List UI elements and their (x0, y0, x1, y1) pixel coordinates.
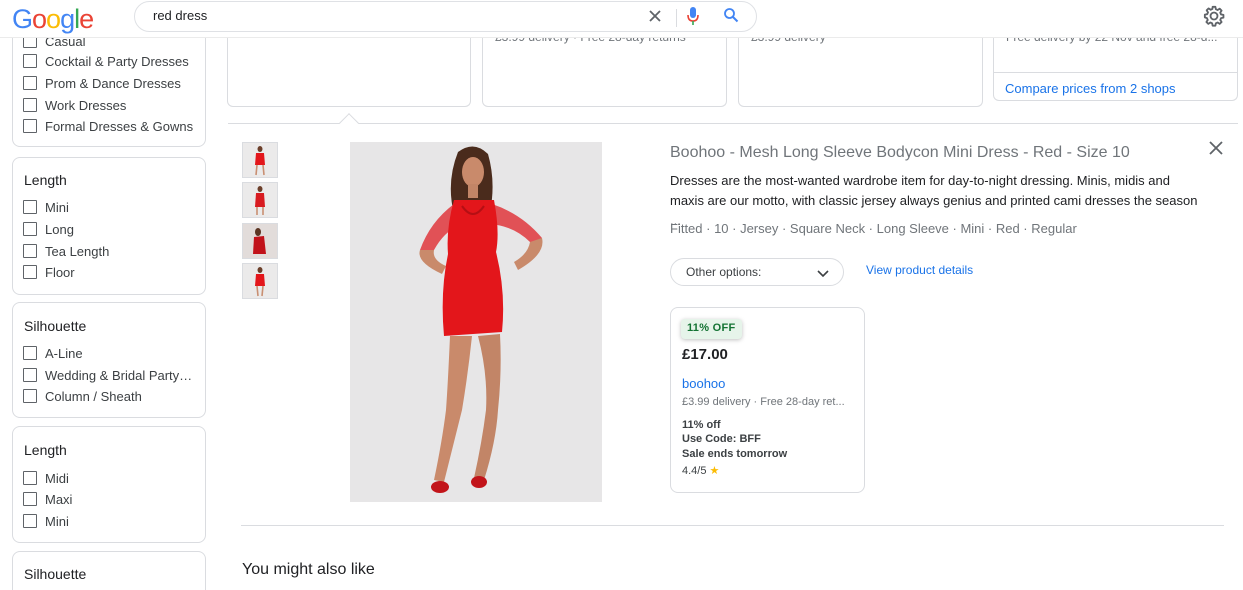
discount-badge: 11% OFF (681, 319, 742, 339)
compare-prices-link[interactable]: Compare prices from 2 shops (1005, 81, 1176, 96)
filter-option-label: Floor (45, 264, 75, 280)
price: £17.00 (682, 346, 728, 363)
product-attributes: Fitted · 10 · Jersey · Square Neck · Lon… (670, 221, 1077, 236)
microphone-icon[interactable] (686, 6, 700, 26)
filter-title: Silhouette (24, 566, 87, 582)
filter-group-silhouette-2: Silhouette (12, 551, 206, 590)
selected-card-pointer (339, 113, 359, 133)
filter-option-label: Prom & Dance Dresses (45, 75, 181, 91)
star-icon: ★ (709, 465, 720, 477)
filter-option-wedding[interactable]: Wedding & Bridal Party Dresses (23, 367, 195, 383)
promo-code: Use Code: BFF (682, 433, 761, 445)
offer-card[interactable]: 11% OFF £17.00 boohoo £3.99 delivery · F… (670, 307, 865, 493)
product-thumbnail[interactable] (242, 182, 278, 218)
checkbox[interactable] (23, 54, 37, 68)
divider (241, 525, 1224, 526)
filter-option-work[interactable]: Work Dresses (23, 97, 126, 113)
checkbox[interactable] (23, 514, 37, 528)
logo-letter: e (79, 4, 94, 34)
checkbox[interactable] (23, 346, 37, 360)
filter-option-long[interactable]: Long (23, 221, 74, 237)
product-thumbnail[interactable] (242, 223, 278, 259)
sale-ends: Sale ends tomorrow (682, 448, 788, 460)
filter-title: Length (24, 172, 67, 188)
filter-group-silhouette: Silhouette A-Line Wedding & Bridal Party… (12, 302, 206, 418)
product-main-image[interactable] (350, 142, 602, 502)
logo-letter: G (12, 4, 33, 34)
logo-letter: o (46, 4, 61, 34)
filter-option-a-line[interactable]: A-Line (23, 345, 83, 361)
chevron-down-icon (817, 270, 829, 278)
checkbox[interactable] (23, 200, 37, 214)
filter-option-maxi[interactable]: Maxi (23, 491, 72, 507)
dropdown-label: Other options: (686, 265, 762, 279)
filter-option-label: Maxi (45, 491, 73, 507)
checkbox[interactable] (23, 389, 37, 403)
checkbox[interactable] (23, 244, 37, 258)
top-bar: Google (0, 0, 1243, 38)
filter-option-prom[interactable]: Prom & Dance Dresses (23, 75, 181, 91)
filter-option-label: A-Line (45, 345, 83, 361)
logo-letter: g (60, 4, 75, 34)
divider (228, 123, 1238, 124)
divider (994, 72, 1237, 73)
filter-option-label: Cocktail & Party Dresses (45, 53, 189, 69)
rating-value: 4.4/5 (682, 465, 707, 477)
checkbox[interactable] (23, 119, 37, 133)
filter-group-length-2: Length Midi Maxi Mini (12, 426, 206, 543)
search-input[interactable] (153, 8, 633, 23)
filter-option-label: Midi (45, 470, 69, 486)
filter-option-midi[interactable]: Midi (23, 470, 69, 486)
store-rating: 4.4/5 ★ (682, 464, 719, 477)
checkbox[interactable] (23, 76, 37, 90)
filter-title: Length (24, 442, 67, 458)
filter-option-label: Mini (45, 199, 69, 215)
checkbox[interactable] (23, 368, 37, 382)
divider (676, 9, 677, 27)
close-icon[interactable] (644, 5, 666, 27)
delivery-info: £3.99 delivery · Free 28-day ret... (682, 396, 845, 408)
checkbox[interactable] (23, 471, 37, 485)
filter-option-label: Work Dresses (45, 97, 127, 113)
checkbox[interactable] (23, 222, 37, 236)
filter-title: Silhouette (24, 318, 87, 334)
promo-text: 11% off (682, 419, 721, 431)
filter-option-label: Long (45, 221, 74, 237)
search-icon[interactable] (723, 7, 739, 23)
section-title: You might also like (242, 561, 375, 578)
filter-option-mini-2[interactable]: Mini (23, 513, 69, 529)
filter-option-floor[interactable]: Floor (23, 264, 75, 280)
filter-option-label: Wedding & Bridal Party Dresses (45, 367, 195, 383)
filter-option-tea-length[interactable]: Tea Length (23, 243, 109, 259)
close-icon[interactable] (1207, 139, 1225, 157)
view-product-details-link[interactable]: View product details (866, 263, 973, 277)
gear-icon[interactable] (1203, 5, 1225, 27)
logo-letter: o (32, 4, 47, 34)
product-thumbnail[interactable] (242, 142, 278, 178)
checkbox[interactable] (23, 265, 37, 279)
checkbox[interactable] (23, 98, 37, 112)
store-link[interactable]: boohoo (682, 376, 725, 391)
product-thumbnail[interactable] (242, 263, 278, 299)
product-title: Boohoo - Mesh Long Sleeve Bodycon Mini D… (670, 144, 1130, 161)
filter-option-label: Mini (45, 513, 69, 529)
filter-option-formal[interactable]: Formal Dresses & Gowns (23, 118, 193, 134)
search-box[interactable] (134, 1, 757, 32)
filter-option-cocktail[interactable]: Cocktail & Party Dresses (23, 53, 189, 69)
filter-option-mini[interactable]: Mini (23, 199, 69, 215)
filter-option-column[interactable]: Column / Sheath (23, 388, 142, 404)
filter-option-label: Formal Dresses & Gowns (45, 118, 194, 134)
filter-option-label: Tea Length (45, 243, 110, 259)
filter-option-label: Column / Sheath (45, 388, 142, 404)
other-options-dropdown[interactable]: Other options: (670, 258, 844, 286)
filter-group-length: Length Mini Long Tea Length Floor (12, 157, 206, 295)
checkbox[interactable] (23, 492, 37, 506)
google-logo[interactable]: Google (12, 4, 94, 35)
